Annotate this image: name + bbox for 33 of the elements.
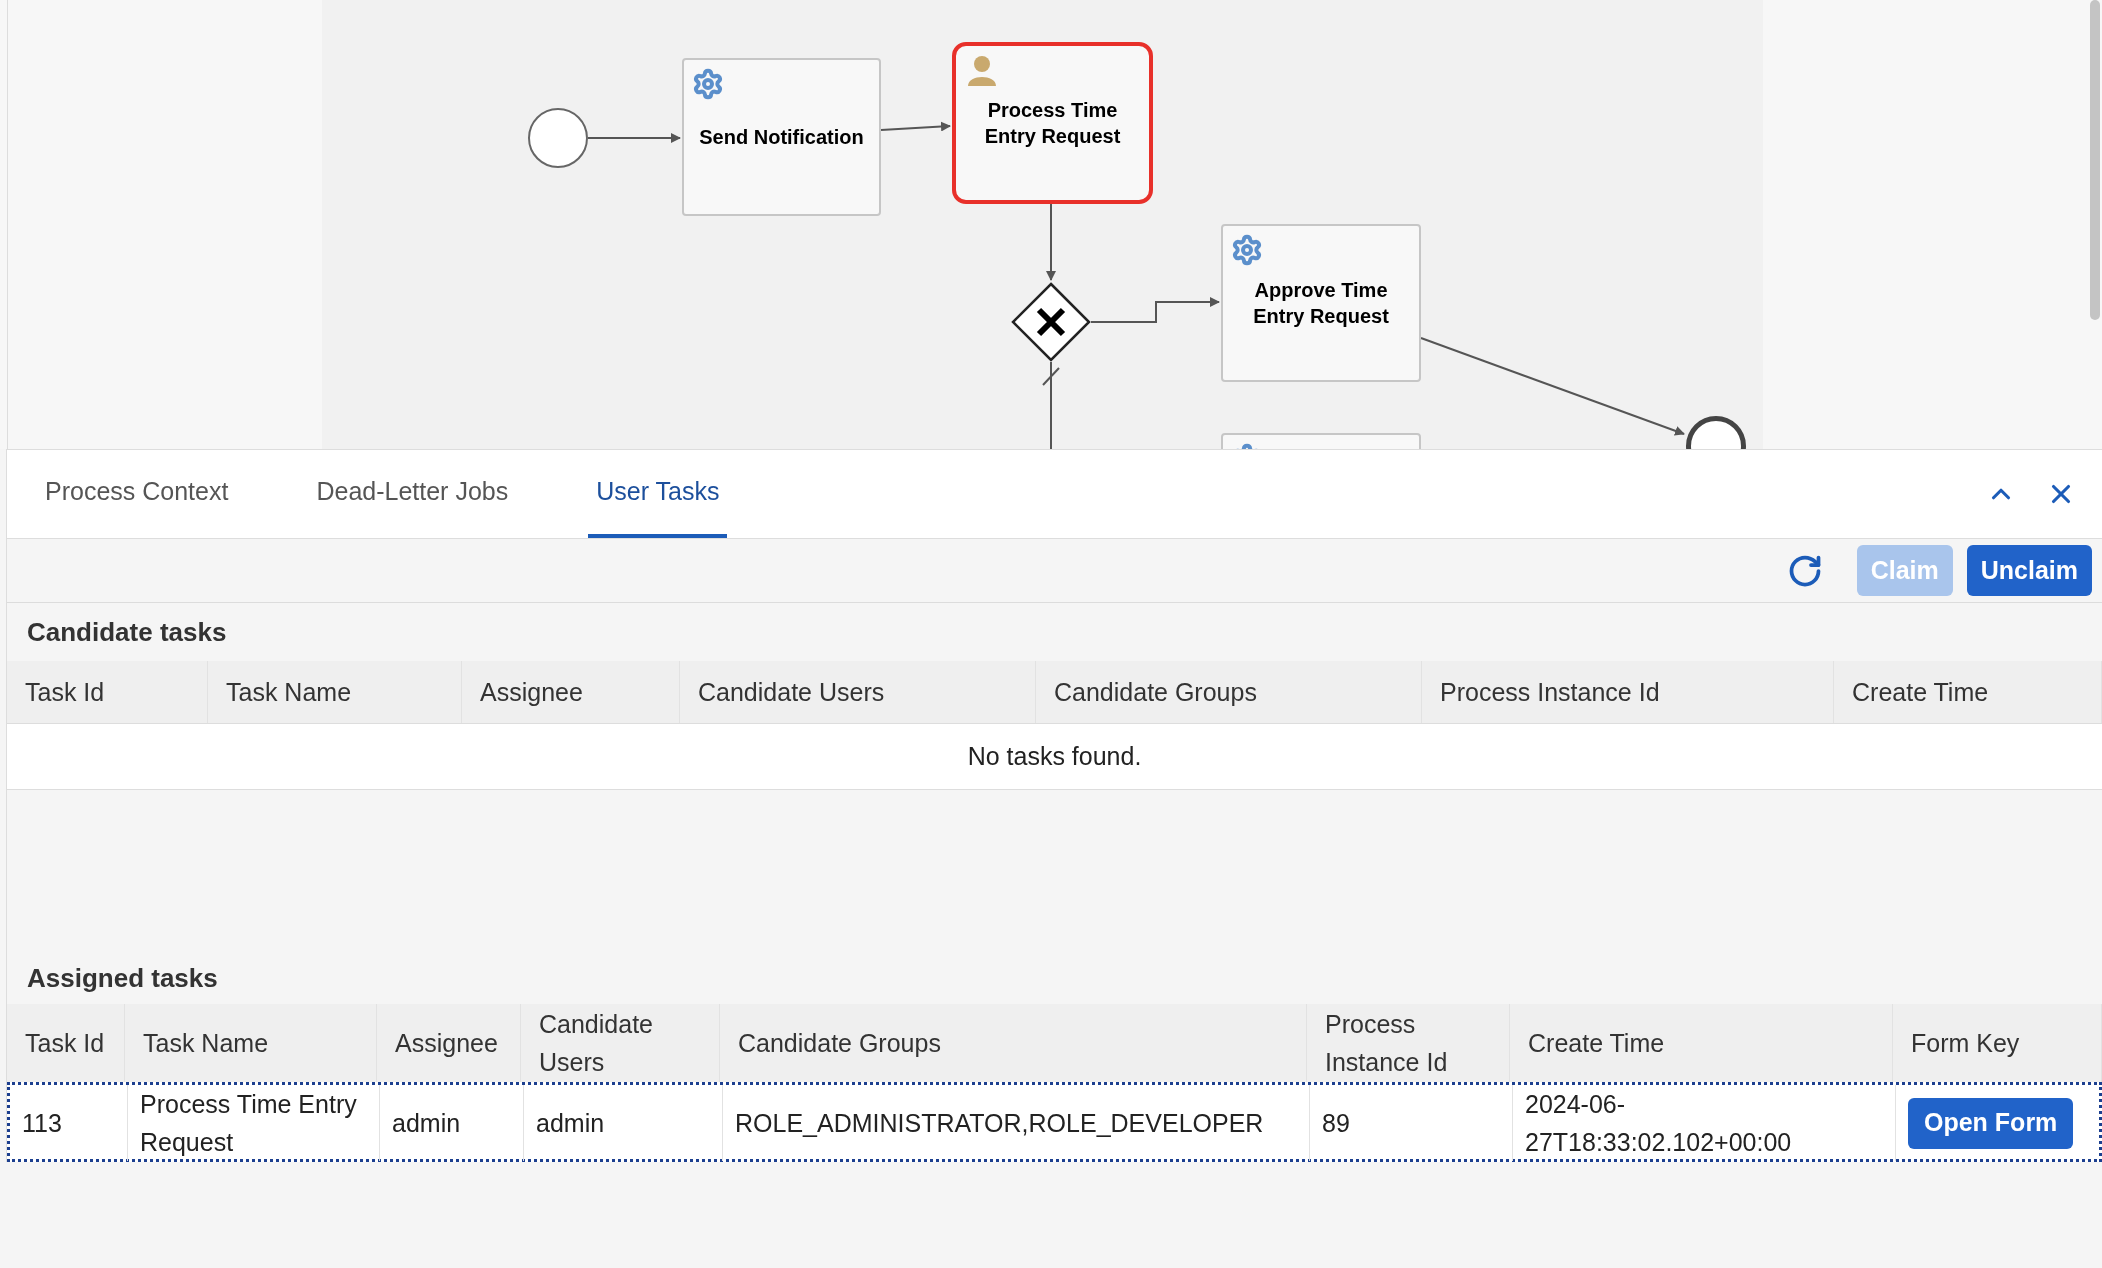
gear-icon: [692, 68, 724, 100]
column-header: Create Time: [1834, 661, 2102, 723]
task-node[interactable]: Send Notification: [682, 58, 881, 216]
table-cell-text: admin: [536, 1108, 605, 1139]
table-cell-text: admin: [392, 1108, 461, 1139]
section-title: Candidate tasks: [27, 615, 227, 649]
column-header: Task Name: [208, 661, 462, 723]
table-cell-text: 89: [1322, 1108, 1350, 1139]
task-node[interactable]: Process Time Entry Request: [952, 42, 1153, 204]
column-header: Candidate Users: [680, 661, 1036, 723]
column-header: Task Id: [7, 661, 208, 723]
column-header: Assignee: [462, 661, 680, 723]
empty-message: No tasks found.: [967, 740, 1142, 772]
table-cell-text: Process Time Entry Request: [140, 1089, 358, 1158]
task-node[interactable]: Approve Time Entry Request: [1221, 224, 1421, 382]
table-cell-text: 113: [22, 1108, 62, 1139]
section-title: Assigned tasks: [27, 961, 218, 995]
table-cell-text: ROLE_ADMINISTRATOR,ROLE_DEVELOPER: [735, 1108, 1264, 1139]
sequence-flow: [880, 121, 951, 132]
column-header: Candidate Groups: [1036, 661, 1422, 723]
column-header: Process Instance Id: [1422, 661, 1834, 723]
gear-icon: [1231, 234, 1263, 266]
tab[interactable]: Dead-Letter Jobs: [308, 450, 517, 538]
toolbar-button[interactable]: Unclaim: [1966, 545, 2092, 596]
task-label: Process Time Entry Request: [983, 98, 1122, 149]
tab[interactable]: User Tasks: [588, 450, 728, 538]
table-cell-text: 2024-06-27T18:33:02.102+00:00: [1525, 1089, 1793, 1158]
tab[interactable]: Process Context: [37, 450, 237, 538]
task-label: Send Notification: [698, 125, 865, 150]
table-row[interactable]: 113 Process Time Entry Request admin admin ROLE_ADMINISTRATOR,ROLE_DEVELOPER 89 2024-06-27T18:33:02.102+00:00 Open Form: [7, 1082, 2102, 1162]
person-icon: [966, 54, 998, 86]
open-form-button[interactable]: Open Form: [1908, 1097, 2074, 1149]
task-label: Approve Time Entry Request: [1252, 278, 1390, 329]
